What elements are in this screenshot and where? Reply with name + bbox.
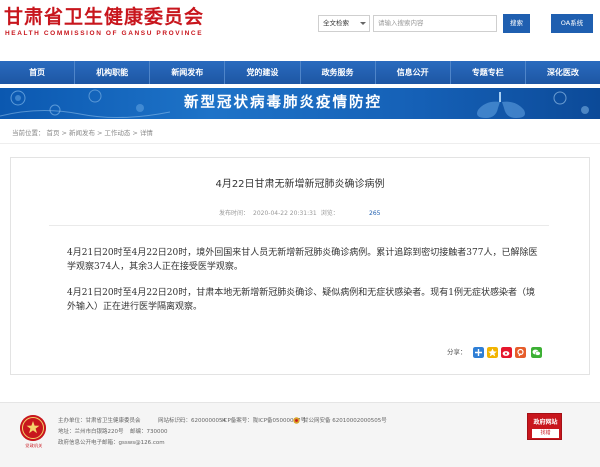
article-card: 4月22日甘肃无新增新冠肺炎确诊病例 发布时间： 2020-04-22 20:31… <box>10 157 590 375</box>
site-logo-subtitle: HEALTH COMMISSION OF GANSU PROVINCE <box>5 30 204 37</box>
qzone-share-icon[interactable] <box>487 347 498 358</box>
share-more-icon[interactable] <box>473 347 484 358</box>
site-footer: 党政机关 主办单位：甘肃省卫生健康委员会 网站标识码：6200000054 IC… <box>0 402 600 467</box>
search-scope-label: 全文检索 <box>323 19 349 27</box>
site-logo-title[interactable]: 甘肃省卫生健康委员会 <box>4 6 204 28</box>
footer-address: 地址：兰州市白银路220号 <box>58 429 124 435</box>
search-input[interactable]: 请输入搜索内容 <box>373 15 497 32</box>
footer-site-code: 网站标识码：6200000054 <box>158 418 226 424</box>
gov-badge-title: 政府网站 <box>533 419 558 426</box>
chevron-down-icon <box>360 22 366 25</box>
nav-item-functions[interactable]: 机构职能 <box>75 61 151 84</box>
footer-email: 政府信息公开电子邮箱：gssws@126.com <box>58 440 165 446</box>
breadcrumb-label: 当前位置： <box>12 129 45 137</box>
nav-item-reform[interactable]: 深化医改 <box>526 61 600 84</box>
nav-item-topics[interactable]: 专题专栏 <box>451 61 526 84</box>
search-button[interactable]: 搜索 <box>503 14 530 33</box>
gov-site-error-report-badge[interactable]: 政府网站 找错 <box>527 413 562 440</box>
article-paragraph: 4月21日20时至4月22日20时，境外回国来甘人员无新增新冠肺炎确诊病例。累计… <box>67 248 538 272</box>
publish-time: 2020-04-22 20:31:31 <box>253 210 317 217</box>
site-header: 甘肃省卫生健康委员会 HEALTH COMMISSION OF GANSU PR… <box>0 0 600 52</box>
article-title: 4月22日甘肃无新增新冠肺炎确诊病例 <box>215 179 385 190</box>
wechat-share-icon[interactable] <box>531 347 542 358</box>
share-label: 分享： <box>447 348 467 356</box>
nav-item-disclosure[interactable]: 信息公开 <box>376 61 451 84</box>
article-meta: 发布时间： 2020-04-22 20:31:31 浏览： 265 <box>219 210 380 218</box>
virus-decoration-icon <box>0 89 170 119</box>
footer-police[interactable]: 甘公网安备 62010002000505号 <box>303 417 387 425</box>
nav-item-news[interactable]: 新闻发布 <box>150 61 226 84</box>
breadcrumb-separator: > <box>96 129 103 137</box>
breadcrumb-separator: > <box>132 129 138 137</box>
banner-title: 新型冠状病毒肺炎疫情防控 <box>184 95 382 111</box>
gov-badge-subtitle: 找错 <box>532 429 559 438</box>
party-government-seal-icon[interactable] <box>20 415 46 441</box>
weibo-share-icon[interactable] <box>501 347 512 358</box>
breadcrumb-separator: > <box>61 129 67 137</box>
breadcrumb-news[interactable]: 新闻发布 <box>69 129 95 137</box>
main-nav: 首页 机构职能 新闻发布 党的建设 政务服务 信息公开 专题专栏 深化医改 <box>0 61 600 84</box>
footer-sponsor: 主办单位：甘肃省卫生健康委员会 <box>58 418 141 424</box>
epidemic-banner[interactable]: 新型冠状病毒肺炎疫情防控 <box>0 88 600 119</box>
nav-item-home[interactable]: 首页 <box>0 61 76 84</box>
lungs-decoration-icon <box>477 91 589 118</box>
breadcrumb-work-news[interactable]: 工作动态 <box>104 129 130 137</box>
search-scope-select[interactable]: 全文检索 <box>318 15 370 32</box>
breadcrumb-detail: 详情 <box>139 129 153 137</box>
nav-item-services[interactable]: 政务服务 <box>301 61 376 84</box>
tencent-weibo-share-icon[interactable] <box>515 347 526 358</box>
article-paragraph: 4月21日20时至4月22日20时，甘肃本地无新增新冠肺炎确诊、疑似病例和无症状… <box>67 288 535 312</box>
nav-item-party[interactable]: 党的建设 <box>225 61 301 84</box>
divider <box>49 225 549 226</box>
oa-system-button[interactable]: OA系统 <box>551 14 593 33</box>
publish-label: 发布时间： <box>219 210 250 217</box>
footer-zip: 邮编：730000 <box>130 429 168 435</box>
seal-caption: 党政机关 <box>25 443 43 448</box>
views-label: 浏览： <box>320 210 339 217</box>
views-count: 265 <box>369 210 381 217</box>
breadcrumb-home[interactable]: 首页 <box>47 129 60 137</box>
breadcrumb: 当前位置： 首页 > 新闻发布 > 工作动态 > 详情 <box>12 129 155 138</box>
police-badge-icon <box>293 417 300 424</box>
divider <box>0 143 600 144</box>
